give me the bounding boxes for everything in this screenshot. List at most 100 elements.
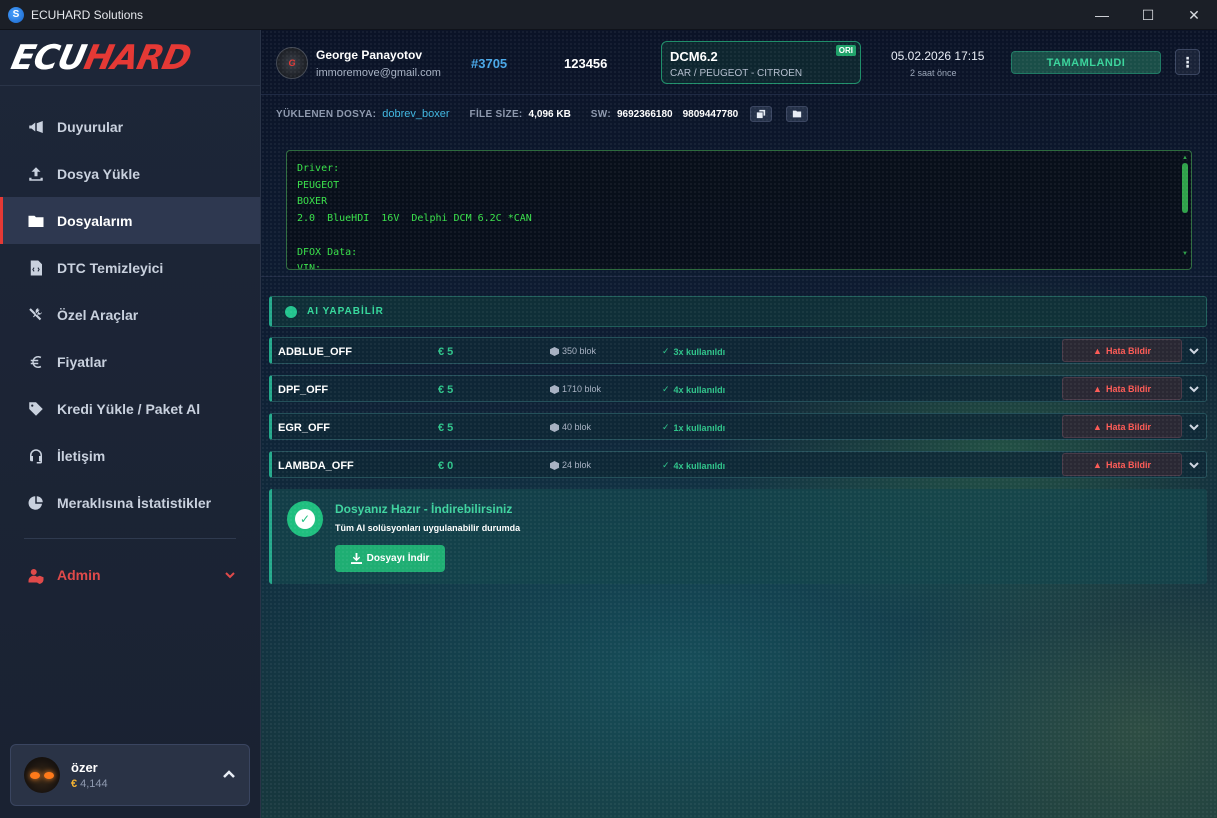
- more-options-button[interactable]: ⋮: [1175, 49, 1200, 75]
- sidebar-item-kredi-yukle[interactable]: Kredi Yükle / Paket Al: [0, 385, 260, 432]
- job-number: 123456: [564, 56, 608, 71]
- cube-icon: [550, 384, 559, 394]
- sidebar-divider: [24, 538, 236, 539]
- window-controls: — ☐ ✕: [1079, 0, 1217, 30]
- sidebar-item-ozel-araclar[interactable]: Özel Araçlar: [0, 291, 260, 338]
- download-label: Dosyayı İndir: [366, 553, 430, 564]
- job-header: G George Panayotov immoremove@gmail.com …: [261, 30, 1217, 95]
- warning-icon: ▲: [1093, 383, 1102, 394]
- main-content: G George Panayotov immoremove@gmail.com …: [261, 30, 1217, 818]
- download-file-button[interactable]: Dosyayı İndir: [335, 545, 445, 572]
- solution-name: DPF_OFF: [278, 384, 329, 396]
- report-error-button[interactable]: ▲ Hata Bildir: [1062, 339, 1182, 362]
- sidebar-item-label: Fiyatlar: [57, 353, 107, 370]
- double-check-icon: ✓: [662, 346, 670, 356]
- window-titlebar: S ECUHARD Solutions — ☐ ✕: [0, 0, 1217, 30]
- solution-price: € 5: [438, 346, 454, 358]
- double-check-icon: ✓: [662, 460, 670, 470]
- copy-button[interactable]: [750, 106, 773, 122]
- credit-value: 4,144: [80, 778, 108, 790]
- check-circle-icon: ✓: [287, 501, 323, 537]
- report-error-button[interactable]: ▲ Hata Bildir: [1062, 377, 1182, 400]
- chevron-down-icon: [1189, 461, 1199, 468]
- sw-value-2: 9809447780: [682, 108, 739, 120]
- scroll-down-icon[interactable]: ▼: [1181, 251, 1189, 257]
- file-ready-panel: ✓ Dosyanız Hazır - İndirebilirsiniz Tüm …: [269, 489, 1207, 584]
- scroll-up-icon[interactable]: ▲: [1181, 155, 1189, 161]
- ori-badge: ORI: [835, 45, 856, 56]
- open-folder-button[interactable]: [786, 106, 809, 122]
- ecuhard-logo[interactable]: ECUHARD: [8, 38, 194, 78]
- solution-usage: ✓ 4x kullanıldı: [662, 384, 726, 395]
- file-size-label: FİLE SİZE:: [469, 108, 523, 120]
- sidebar-item-istatistikler[interactable]: Meraklısına İstatistikler: [0, 479, 260, 526]
- job-relative-time: 2 saat önce: [910, 68, 957, 78]
- logo-area: ECUHARD: [0, 30, 260, 86]
- chevron-up-icon[interactable]: [221, 767, 237, 783]
- solution-usage: ✓ 1x kullanıldı: [662, 422, 726, 433]
- driver-info-textarea[interactable]: Driver: PEUGEOT BOXER 2.0 BlueHDI 16V De…: [286, 150, 1192, 270]
- scroll-thumb[interactable]: [1182, 163, 1188, 213]
- sidebar-item-dosya-yukle[interactable]: Dosya Yükle: [0, 150, 260, 197]
- uploaded-file-label: YÜKLENEN DOSYA:: [276, 108, 377, 120]
- client-logo: G: [276, 47, 308, 79]
- report-error-button[interactable]: ▲ Hata Bildir: [1062, 415, 1182, 438]
- ai-section-title: AI YAPABİLİR: [307, 306, 384, 317]
- close-button[interactable]: ✕: [1171, 0, 1217, 30]
- minimize-button[interactable]: —: [1079, 0, 1125, 30]
- ecu-info-box: DCM6.2 CAR / PEUGEOT - CITROEN ORI: [661, 41, 861, 84]
- double-check-icon: ✓: [662, 384, 670, 394]
- sidebar-item-fiyatlar[interactable]: Fiyatlar: [0, 338, 260, 385]
- solution-blocks: 40 blok: [550, 422, 591, 432]
- solution-name: LAMBDA_OFF: [278, 460, 354, 472]
- user-card[interactable]: özer €4,144: [10, 744, 250, 806]
- report-error-button[interactable]: ▲ Hata Bildir: [1062, 453, 1182, 476]
- expand-row-button[interactable]: [1182, 415, 1206, 438]
- solution-row-dpf: DPF_OFF € 5 1710 blok ✓ 4x kullanıldı ▲ Ha…: [269, 375, 1207, 402]
- client-name: George Panayotov: [316, 48, 423, 62]
- download-icon: [350, 553, 362, 564]
- job-id[interactable]: #3705: [471, 56, 507, 71]
- avatar: [24, 757, 60, 793]
- driver-scrollbar[interactable]: ▲ ▼: [1181, 155, 1189, 265]
- uploaded-file-link[interactable]: dobrev_boxer: [382, 108, 449, 120]
- sidebar-nav: Duyurular Dosya Yükle Dosyalarım DTC Tem…: [0, 86, 260, 598]
- solution-price: € 0: [438, 460, 454, 472]
- sidebar-item-label: Özel Araçlar: [57, 306, 139, 323]
- expand-row-button[interactable]: [1182, 377, 1206, 400]
- sidebar-item-label: Admin: [57, 566, 101, 583]
- sidebar-item-iletisim[interactable]: İletişim: [0, 432, 260, 479]
- job-date: 05.02.2026 17:15: [891, 49, 985, 63]
- sidebar-item-dosyalarim[interactable]: Dosyalarım: [0, 197, 260, 244]
- sidebar-item-label: Dosyalarım: [57, 212, 133, 229]
- driver-info-text: Driver: PEUGEOT BOXER 2.0 BlueHDI 16V De…: [297, 163, 532, 270]
- ready-subtitle: Tüm AI solüsyonları uygulanabilir durumd…: [335, 523, 521, 533]
- logo-text-hard: HARD: [80, 37, 195, 78]
- window-title: ECUHARD Solutions: [31, 7, 144, 22]
- tag-icon: [26, 399, 46, 419]
- copy-icon: [757, 109, 766, 119]
- sidebar-item-duyurular[interactable]: Duyurular: [0, 103, 260, 150]
- brain-icon: [285, 305, 297, 318]
- expand-row-button[interactable]: [1182, 453, 1206, 476]
- cube-icon: [550, 460, 559, 470]
- chevron-down-icon: [224, 568, 236, 580]
- sw-label: SW:: [590, 108, 611, 120]
- warning-icon: ▲: [1093, 421, 1102, 432]
- ai-section-header: AI YAPABİLİR: [269, 296, 1207, 327]
- sidebar-item-label: Kredi Yükle / Paket Al: [57, 400, 201, 417]
- ecu-name: DCM6.2: [670, 49, 718, 64]
- user-name: özer: [71, 760, 98, 775]
- sidebar-item-dtc-temizleyici[interactable]: DTC Temizleyici: [0, 244, 260, 291]
- megaphone-icon: [26, 117, 46, 137]
- sidebar-item-admin[interactable]: Admin: [0, 551, 260, 598]
- solution-usage: ✓ 3x kullanıldı: [662, 346, 726, 357]
- ecu-vehicle: CAR / PEUGEOT - CITROEN: [670, 68, 803, 79]
- expand-row-button[interactable]: [1182, 339, 1206, 362]
- maximize-button[interactable]: ☐: [1125, 0, 1171, 30]
- chevron-down-icon: [1189, 385, 1199, 392]
- warning-icon: ▲: [1093, 345, 1102, 356]
- status-badge: TAMAMLANDI: [1011, 51, 1161, 74]
- upload-icon: [26, 164, 46, 184]
- sidebar-item-label: Dosya Yükle: [57, 165, 141, 182]
